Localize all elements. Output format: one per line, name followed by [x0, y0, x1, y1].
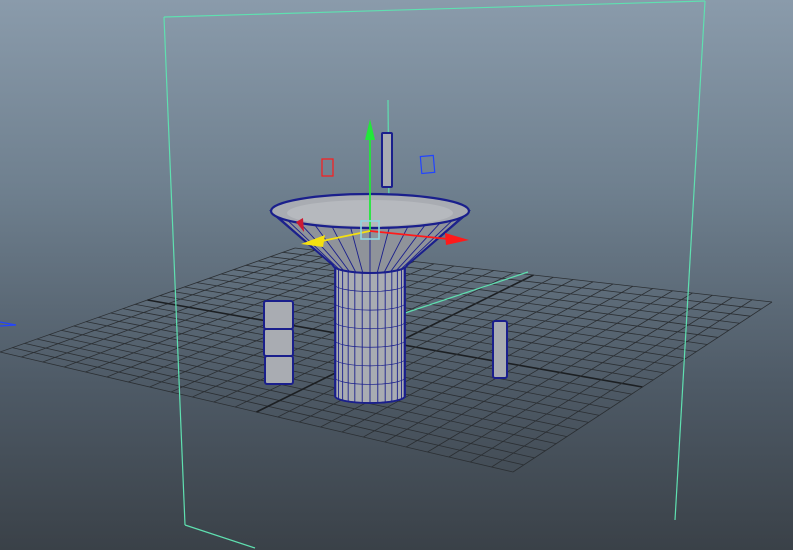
axis-stub-left — [0, 321, 17, 327]
camera-frame-bottom-edge — [184, 524, 256, 549]
camera-frame-top-edge — [163, 0, 706, 18]
manipulator-y-arrow-icon[interactable] — [365, 119, 375, 140]
panel-box-2[interactable] — [263, 328, 294, 357]
grid-line-u — [491, 299, 753, 468]
pillar-box[interactable] — [492, 320, 508, 379]
handle-red-square[interactable] — [321, 158, 334, 177]
panel-box-3[interactable] — [264, 355, 294, 385]
grid-line-u — [384, 288, 653, 443]
grid-line-u — [448, 294, 713, 458]
cylinder-column[interactable] — [334, 266, 406, 404]
camera-frame-right-edge — [674, 0, 706, 521]
handle-blue-square[interactable] — [419, 154, 436, 175]
camera-frame-left-edge — [163, 16, 186, 526]
grid-line-u — [470, 297, 733, 463]
grid-line-u — [512, 301, 773, 473]
grid-line-v — [245, 264, 729, 331]
pillar-box-front — [492, 320, 508, 379]
antenna-box[interactable] — [381, 132, 393, 188]
maya-3d-viewport[interactable] — [0, 0, 793, 550]
antenna-box-front — [381, 132, 393, 188]
panel-box-1[interactable] — [263, 300, 294, 330]
panel-stack[interactable] — [263, 300, 294, 385]
scene-canvas[interactable] — [0, 0, 793, 550]
manipulator-x-arrow-icon[interactable] — [445, 233, 469, 245]
